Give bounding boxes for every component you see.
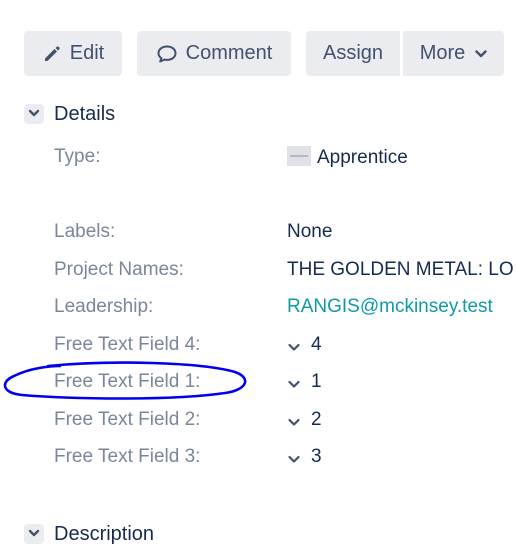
- free-text-field-4-label: Free Text Field 4:: [54, 334, 201, 355]
- type-value: Apprentice: [287, 146, 408, 169]
- free-text-field-2-label: Free Text Field 2:: [54, 409, 201, 430]
- chevron-down-icon: [28, 525, 40, 543]
- project-names-label: Project Names:: [54, 259, 184, 280]
- chevron-down-icon: [287, 373, 301, 395]
- free-text-field-4-value-text: 4: [311, 334, 322, 355]
- free-text-field-3-label: Free Text Field 3:: [54, 446, 201, 467]
- chevron-down-icon: [287, 411, 301, 433]
- free-text-field-3-value-text: 3: [311, 446, 322, 467]
- type-label: Type:: [54, 146, 101, 167]
- comment-label: Comment: [185, 42, 273, 64]
- assign-label: Assign: [322, 42, 384, 64]
- edit-label: Edit: [69, 42, 105, 64]
- free-text-field-1-value[interactable]: 1: [287, 371, 322, 395]
- leadership-label: Leadership:: [54, 296, 154, 317]
- description-toggle[interactable]: [24, 524, 44, 544]
- labels-value[interactable]: None: [287, 221, 332, 243]
- chevron-down-icon: [287, 336, 301, 358]
- chevron-down-icon: [475, 49, 487, 59]
- leadership-link[interactable]: RANGIS@mckinsey.test: [287, 296, 493, 318]
- description-heading: Description: [54, 523, 155, 545]
- comment-button[interactable]: Comment: [137, 31, 291, 76]
- assign-button[interactable]: Assign: [306, 31, 400, 76]
- free-text-field-4-value[interactable]: 4: [287, 334, 322, 358]
- free-text-field-2-value-text: 2: [311, 409, 322, 430]
- free-text-field-3-value[interactable]: 3: [287, 446, 322, 470]
- issue-type-icon: [287, 146, 311, 166]
- free-text-field-1-value-text: 1: [311, 371, 322, 392]
- speech-bubble-icon: [156, 44, 178, 64]
- details-heading: Details: [54, 103, 116, 125]
- pencil-icon: [42, 44, 62, 64]
- free-text-field-2-value[interactable]: 2: [287, 409, 322, 433]
- details-toggle[interactable]: [24, 104, 44, 124]
- type-value-text: Apprentice: [317, 147, 408, 168]
- chevron-down-icon: [287, 448, 301, 470]
- edit-button[interactable]: Edit: [24, 31, 122, 76]
- chevron-down-icon: [28, 105, 40, 123]
- annotation-circle: [3, 361, 247, 400]
- more-label: More: [419, 42, 466, 64]
- labels-label: Labels:: [54, 221, 116, 242]
- project-names-value[interactable]: THE GOLDEN METAL: LO: [287, 259, 516, 281]
- more-button[interactable]: More: [403, 31, 504, 76]
